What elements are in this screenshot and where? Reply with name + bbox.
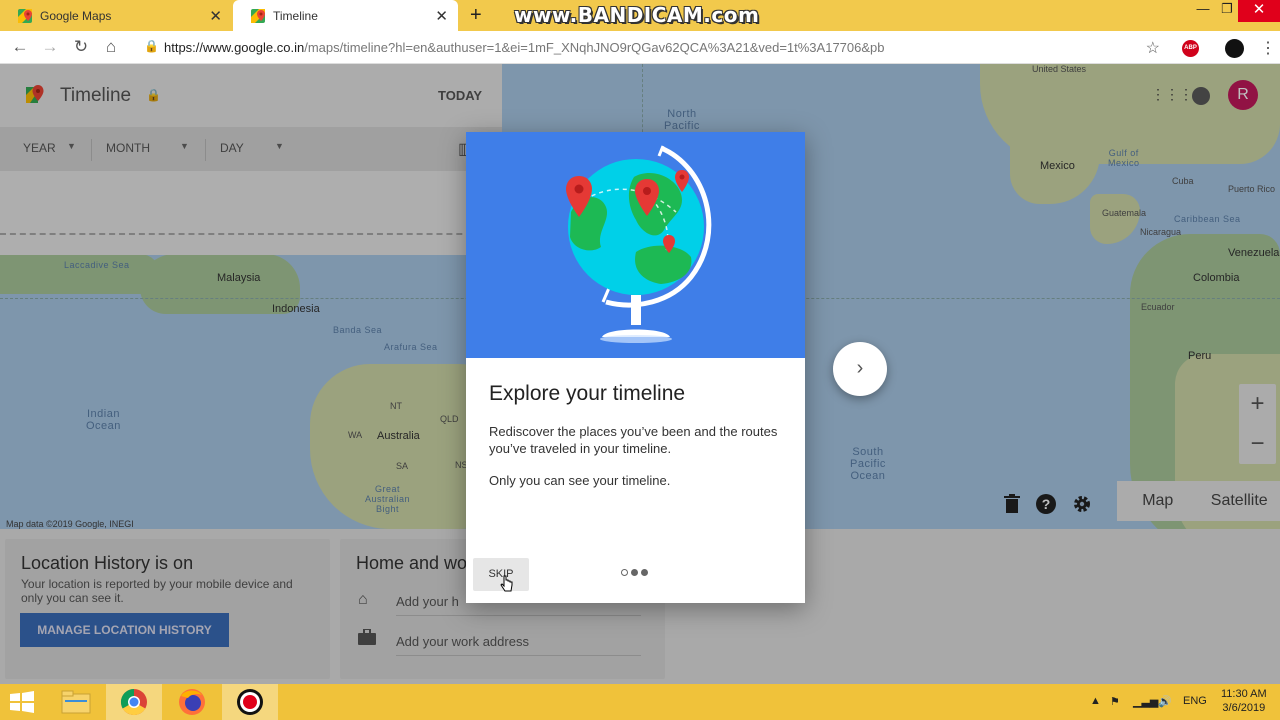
window-close-button[interactable]: ✕ — [1238, 0, 1280, 22]
system-clock[interactable]: 11:30 AM 3/6/2019 — [1221, 687, 1267, 715]
dialog-description: Rediscover the places you’ve been and th… — [489, 424, 778, 456]
google-maps-icon — [251, 8, 265, 23]
next-step-button[interactable]: › — [833, 342, 887, 396]
firefox-taskbar-button[interactable] — [164, 684, 220, 720]
chrome-taskbar-button[interactable] — [106, 684, 162, 720]
url-text: https://www.google.co.in/maps/timeline?h… — [164, 40, 885, 55]
windows-taskbar: ▲ ⚑ ▁▃▅ 🔊 ENG 11:30 AM 3/6/2019 — [0, 684, 1280, 720]
step-indicator — [621, 569, 648, 576]
dialog-privacy-note: Only you can see your timeline. — [489, 473, 671, 488]
bandicam-watermark: www.BANDICAM.com — [514, 3, 760, 27]
chevron-right-icon: › — [856, 357, 864, 379]
tab-label: Google Maps — [40, 8, 112, 23]
home-icon[interactable]: ⌂ — [101, 37, 121, 57]
bandicam-taskbar-button[interactable] — [222, 684, 278, 720]
bookmark-star-icon[interactable]: ☆ — [1146, 38, 1160, 58]
address-bar[interactable]: 🔒 https://www.google.co.in/maps/timeline… — [136, 34, 1170, 61]
adblock-plus-icon[interactable]: ABP — [1182, 40, 1199, 57]
tab-timeline[interactable]: Timeline ✕ — [233, 0, 458, 31]
forward-icon[interactable]: → — [40, 37, 60, 57]
step-dot — [641, 569, 648, 576]
url-domain: https://www.google.co.in — [164, 40, 305, 55]
chrome-icon — [120, 688, 147, 716]
record-icon — [237, 689, 263, 715]
close-icon[interactable]: ✕ — [209, 7, 222, 25]
windows-start-icon[interactable] — [8, 691, 36, 713]
new-tab-button[interactable]: + — [470, 4, 482, 27]
google-maps-icon — [18, 8, 32, 23]
volume-icon[interactable]: 🔊 — [1158, 695, 1172, 708]
reload-icon[interactable]: ↻ — [71, 37, 91, 57]
onboarding-dialog: Explore your timeline Rediscover the pla… — [466, 132, 805, 603]
step-dot — [621, 569, 628, 576]
more-menu-icon[interactable]: ⋮ — [1260, 38, 1276, 58]
browser-tab-bar: Google Maps ✕ Timeline ✕ + www.BANDICAM.… — [0, 0, 1280, 31]
network-signal-icon[interactable]: ▁▃▅ — [1133, 695, 1158, 708]
back-icon[interactable]: ← — [10, 37, 30, 57]
clock-date: 3/6/2019 — [1222, 702, 1266, 714]
lock-icon: 🔒 — [144, 39, 159, 53]
mouse-cursor-icon — [500, 575, 513, 592]
globe-icon — [566, 145, 712, 343]
show-hidden-icons-chevron-icon[interactable]: ▲ — [1090, 695, 1101, 707]
url-path: /maps/timeline?hl=en&authuser=1&ei=1mF_X… — [304, 40, 885, 55]
action-center-flag-icon[interactable]: ⚑ — [1110, 695, 1120, 708]
close-icon[interactable]: ✕ — [435, 7, 448, 25]
clock-time: 11:30 AM — [1221, 688, 1267, 700]
file-explorer-taskbar-button[interactable] — [48, 684, 104, 720]
tab-google-maps[interactable]: Google Maps ✕ — [0, 0, 232, 31]
browser-toolbar: ← → ↻ ⌂ 🔒 https://www.google.co.in/maps/… — [0, 31, 1280, 64]
globe-illustration — [466, 132, 805, 358]
profile-icon[interactable] — [1225, 39, 1244, 58]
folder-icon — [61, 690, 91, 714]
language-indicator[interactable]: ENG — [1183, 695, 1207, 707]
dialog-title: Explore your timeline — [489, 382, 686, 405]
tab-label: Timeline — [273, 8, 318, 23]
firefox-icon — [179, 689, 205, 715]
step-dot — [631, 569, 638, 576]
